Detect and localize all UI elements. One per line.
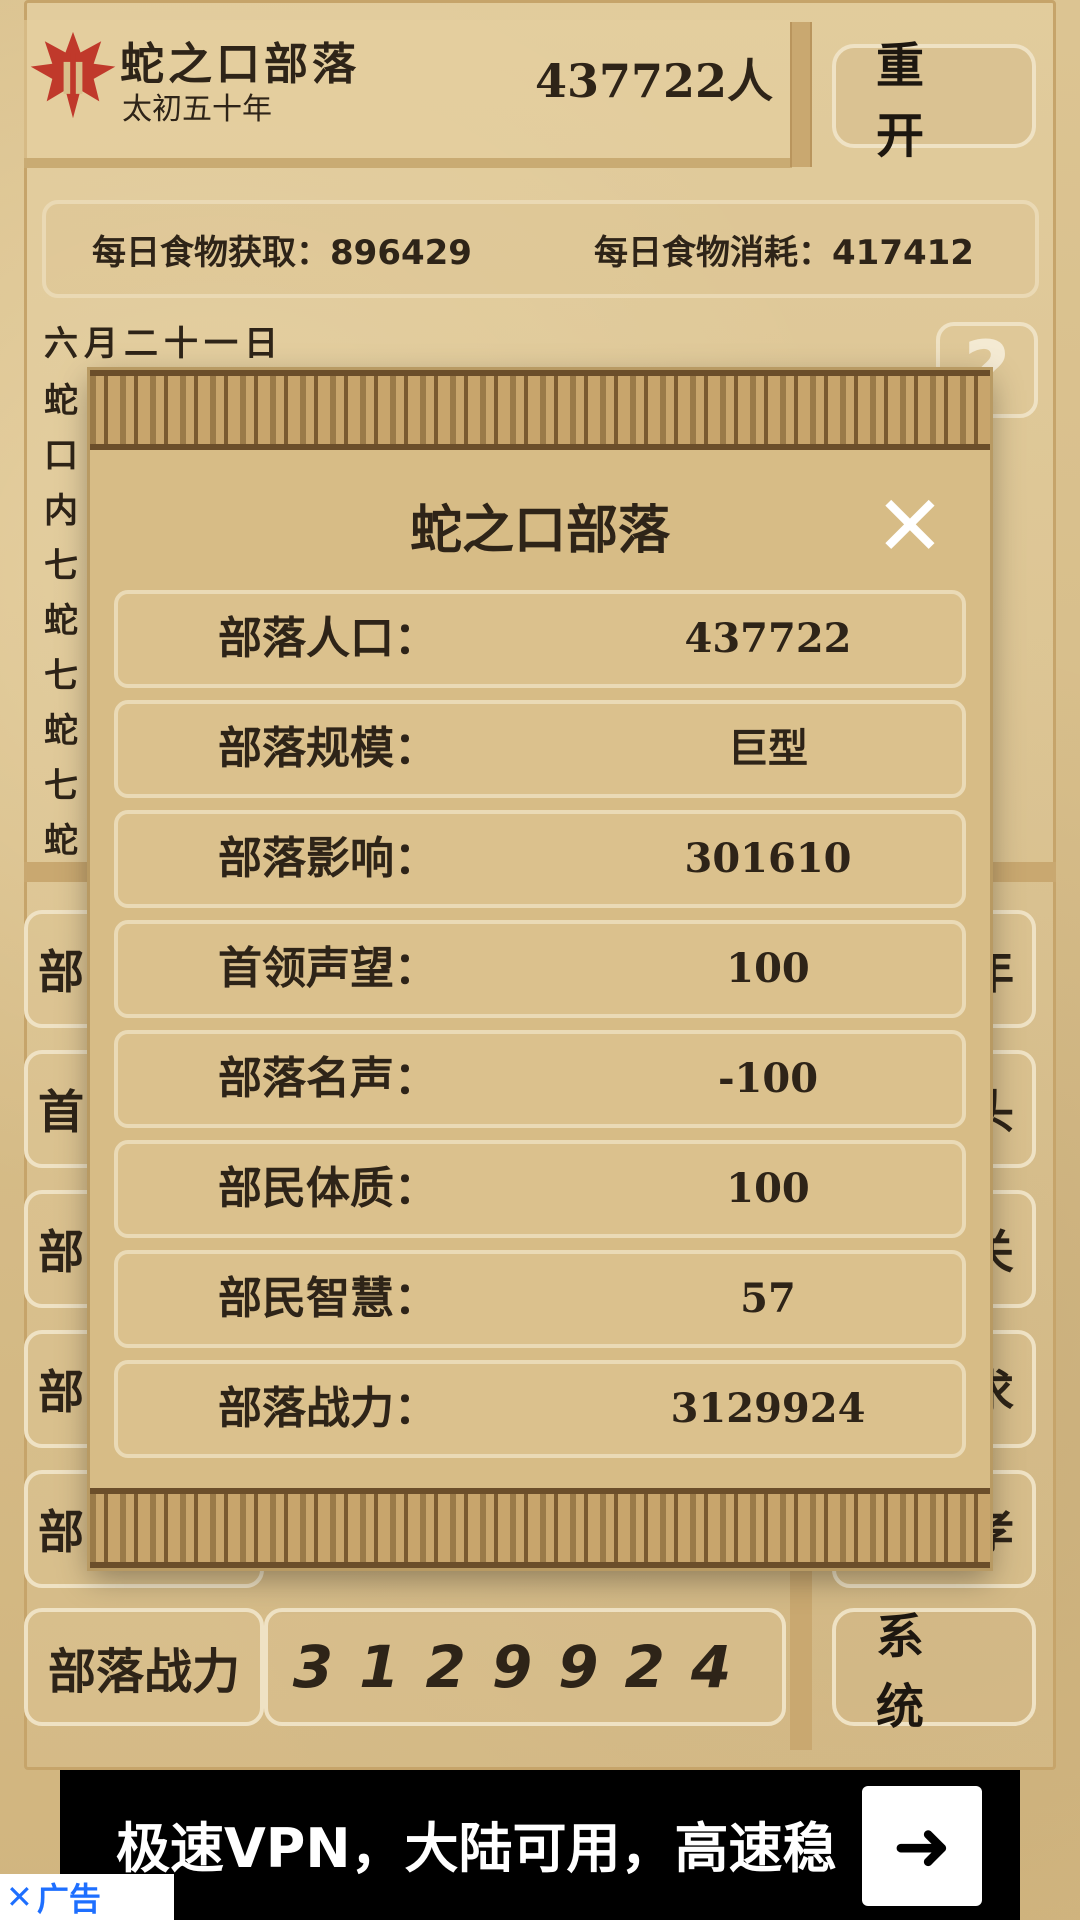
stat-value: 巨型	[728, 725, 808, 772]
arrow-right-icon[interactable]: ➜	[862, 1786, 982, 1906]
stat-label: 首领声望：	[218, 943, 438, 994]
stat-label: 部民体质：	[218, 1163, 438, 1214]
ad-text: 极速VPN，大陆可用，高速稳	[116, 1817, 837, 1880]
stat-value: 437722	[684, 615, 852, 662]
ad-close-tag[interactable]: ✕ 广告	[0, 1874, 174, 1920]
close-icon[interactable]: ✕	[870, 484, 950, 568]
stat-value: 100	[726, 1165, 810, 1212]
modal-title: 蛇之口部落	[409, 500, 670, 561]
close-icon[interactable]: ✕	[6, 1878, 33, 1916]
stat-value: 100	[726, 945, 810, 992]
ad-banner[interactable]: 极速VPN，大陆可用，高速稳 ➜	[60, 1770, 1020, 1920]
stat-row: 部民体质： 100	[114, 1140, 966, 1238]
stat-label: 部落名声：	[218, 1053, 438, 1104]
stat-row: 首领声望： 100	[114, 920, 966, 1018]
stat-row: 部落战力： 3129924	[114, 1360, 966, 1458]
stat-label: 部落规模：	[218, 723, 438, 774]
stat-row: 部落规模： 巨型	[114, 700, 966, 798]
stat-row: 部落影响： 301610	[114, 810, 966, 908]
stat-label: 部落战力：	[218, 1383, 438, 1434]
stat-value: -100	[717, 1055, 819, 1102]
stat-row: 部落人口： 437722	[114, 590, 966, 688]
stat-row: 部民智慧： 57	[114, 1250, 966, 1348]
modal-bottom-border	[90, 1488, 990, 1568]
stat-value: 3129924	[670, 1385, 866, 1432]
stat-value: 301610	[684, 835, 852, 882]
stat-label: 部民智慧：	[218, 1273, 438, 1324]
modal-top-border	[90, 370, 990, 450]
stat-label: 部落影响：	[218, 833, 438, 884]
stat-label: 部落人口：	[218, 613, 438, 664]
ad-tag-label: 广告	[36, 1880, 101, 1918]
stat-value: 57	[740, 1275, 796, 1322]
stat-row: 部落名声： -100	[114, 1030, 966, 1128]
tribe-info-modal: 蛇之口部落 ✕ 部落人口： 437722 部落规模： 巨型 部落影响： 3016…	[90, 370, 990, 1568]
